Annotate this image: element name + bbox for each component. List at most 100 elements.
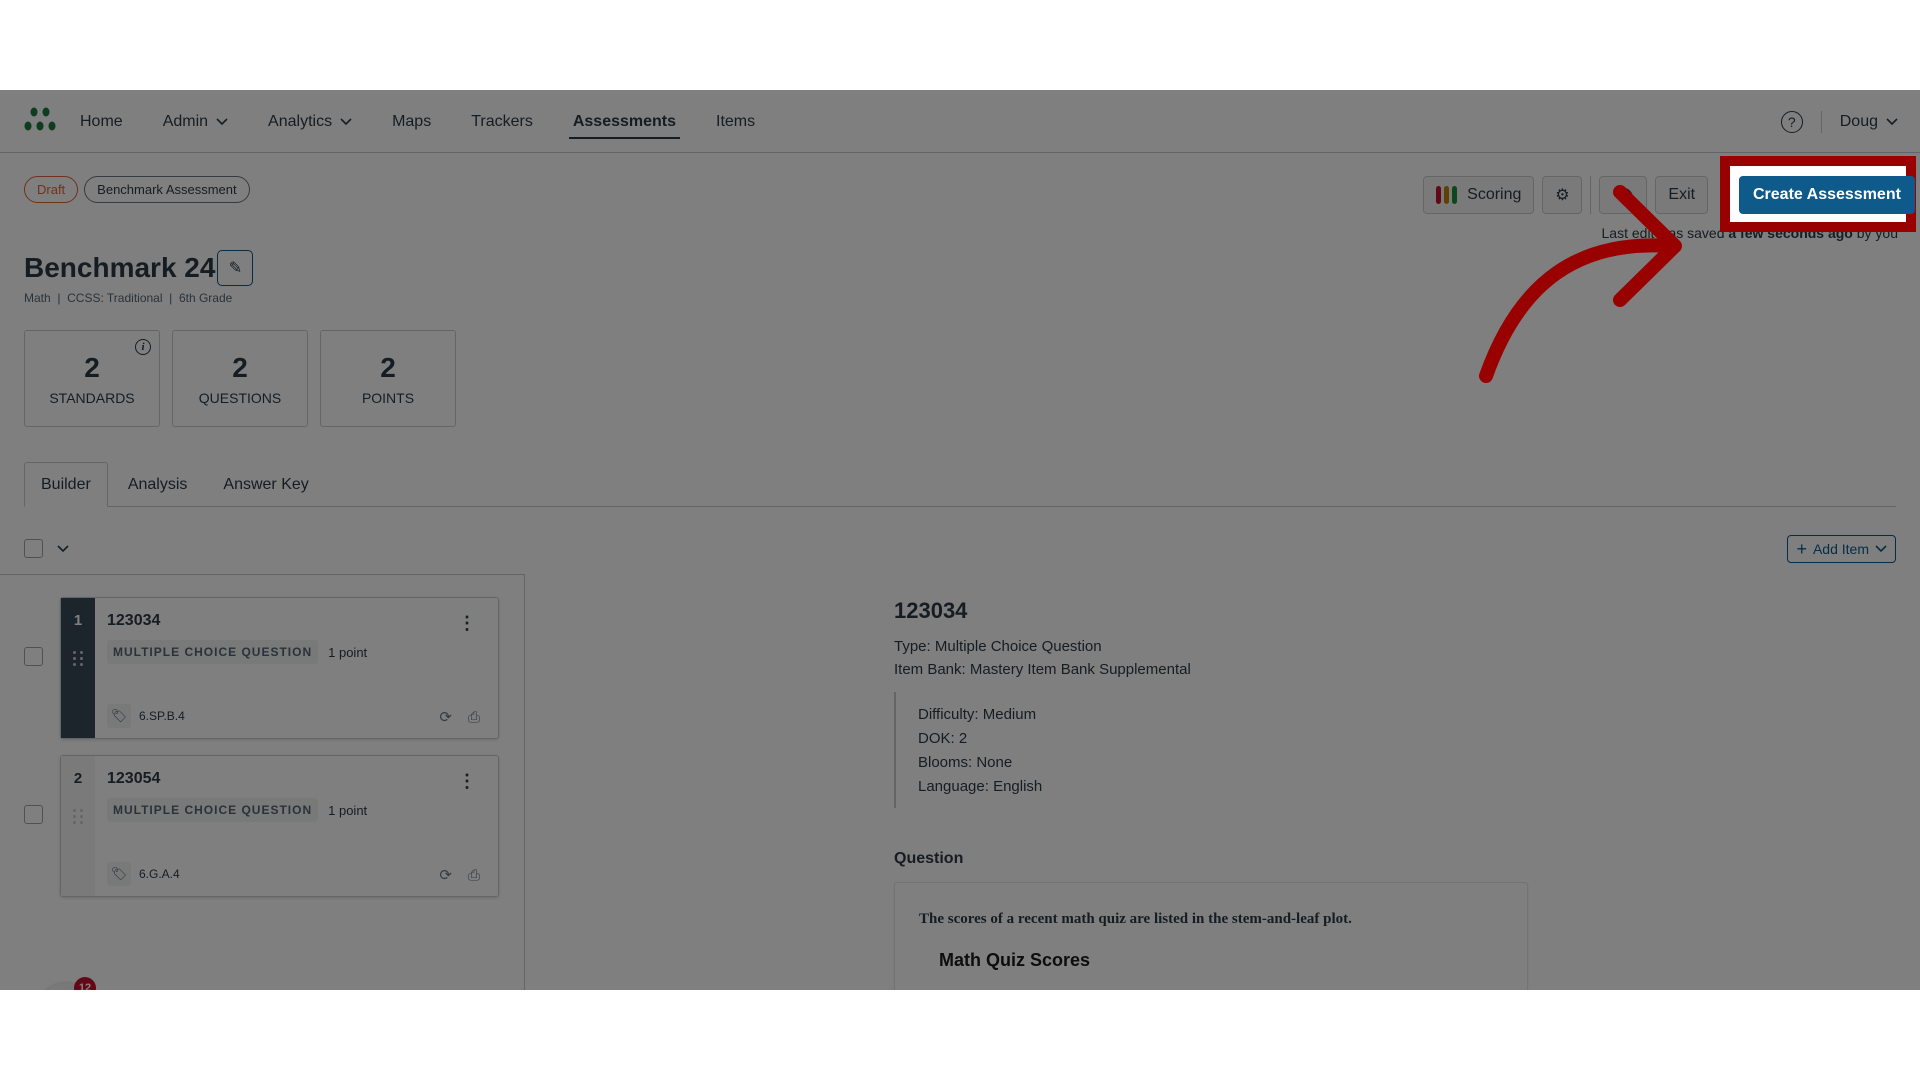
tag-icon: 🏷 bbox=[107, 704, 131, 728]
plus-icon: + bbox=[1796, 538, 1807, 559]
meta-blooms: Blooms: None bbox=[918, 754, 1013, 771]
more-options-icon[interactable]: ⋮ bbox=[458, 772, 476, 790]
stat-standards: i 2 STANDARDS bbox=[24, 330, 160, 427]
nav-item-label: Home bbox=[80, 112, 123, 130]
standard-row: 🏷 6.G.A.4 bbox=[107, 862, 180, 886]
question-preview: The scores of a recent math quiz are lis… bbox=[894, 882, 1528, 990]
item-points: 1 point bbox=[328, 802, 368, 818]
stat-points: 2 POINTS bbox=[320, 330, 456, 427]
detail-metadata: Difficulty: Medium DOK: 2 Blooms: None L… bbox=[894, 692, 1654, 808]
app-logo-icon[interactable] bbox=[22, 106, 58, 134]
stat-value: 2 bbox=[380, 351, 396, 383]
stat-value: 2 bbox=[232, 351, 248, 383]
detail-title: 123034 bbox=[894, 598, 968, 623]
nav-item-label: Analytics bbox=[268, 112, 333, 130]
detail-item-bank: Item Bank: Mastery Item Bank Supplementa… bbox=[894, 661, 1191, 678]
item-id: 123034 bbox=[107, 612, 161, 629]
tab-answer-key[interactable]: Answer Key bbox=[207, 462, 324, 507]
app-window: Home Admin Analytics Maps Trackers Asses… bbox=[0, 90, 1920, 990]
item-checkbox[interactable] bbox=[24, 647, 43, 666]
item-number: 2 bbox=[73, 770, 83, 787]
meta-dok: DOK: 2 bbox=[918, 730, 968, 747]
add-item-button[interactable]: + Add Item bbox=[1787, 535, 1896, 563]
nav-right: ? Doug bbox=[1780, 90, 1898, 153]
top-navigation: Home Admin Analytics Maps Trackers Asses… bbox=[0, 90, 1920, 153]
standard-code: 6.G.A.4 bbox=[139, 867, 180, 881]
print-icon[interactable]: ⎙ bbox=[468, 709, 480, 726]
guide-icon[interactable]: ⟳ bbox=[439, 708, 452, 726]
question-heading: Question bbox=[894, 850, 964, 867]
item-card-body: 123054 ⋮ MULTIPLE CHOICE QUESTION 1 poin… bbox=[95, 756, 498, 896]
tab-analysis[interactable]: Analysis bbox=[112, 462, 204, 507]
assessment-subtitle: Math | CCSS: Traditional | 6th Grade bbox=[24, 291, 233, 305]
standard-code: 6.SP.B.4 bbox=[139, 709, 185, 723]
nav-item-items[interactable]: Items bbox=[716, 90, 755, 153]
item-checkbox[interactable] bbox=[24, 805, 43, 824]
stat-value: 2 bbox=[84, 351, 100, 383]
plot-title: Math Quiz Scores bbox=[939, 950, 1091, 970]
question-text: The scores of a recent math quiz are lis… bbox=[919, 911, 1352, 927]
nav-item-label: Admin bbox=[162, 112, 209, 130]
add-item-label: Add Item bbox=[1812, 541, 1869, 557]
item-actions: ⟳ ⎙ bbox=[439, 866, 480, 885]
scoring-bar bbox=[1452, 186, 1458, 204]
assessment-tabs: Builder Analysis Answer Key bbox=[24, 462, 1896, 507]
item-type-row: MULTIPLE CHOICE QUESTION 1 point bbox=[107, 640, 486, 664]
item-points: 1 point bbox=[328, 644, 368, 660]
create-assessment-button-highlighted[interactable]: Create Assessment bbox=[1739, 176, 1915, 214]
stat-label: STANDARDS bbox=[49, 389, 135, 406]
chevron-down-icon[interactable] bbox=[57, 544, 69, 553]
more-options-icon[interactable]: ⋮ bbox=[458, 614, 476, 632]
drag-handle-icon[interactable] bbox=[72, 809, 84, 824]
item-id: 123054 bbox=[107, 770, 161, 787]
chevron-down-icon bbox=[1886, 117, 1898, 125]
chevron-down-icon bbox=[1875, 545, 1887, 553]
nav-item-label: Maps bbox=[392, 112, 432, 130]
tab-builder[interactable]: Builder bbox=[24, 462, 108, 507]
detail-type: Type: Multiple Choice Question bbox=[894, 638, 1102, 655]
user-name: Doug bbox=[1839, 112, 1878, 130]
nav-item-home[interactable]: Home bbox=[80, 90, 123, 153]
item-number: 1 bbox=[73, 612, 83, 629]
info-icon[interactable]: i bbox=[135, 339, 151, 355]
scoring-icon bbox=[1436, 186, 1458, 204]
nav-item-analytics[interactable]: Analytics bbox=[268, 90, 352, 153]
item-card[interactable]: 2 123054 ⋮ MULTIPLE CHOICE QUESTION 1 po… bbox=[60, 755, 499, 897]
item-card-body: 123034 ⋮ MULTIPLE CHOICE QUESTION 1 poin… bbox=[95, 598, 498, 738]
nav-item-assessments[interactable]: Assessments bbox=[568, 90, 681, 153]
help-icon[interactable]: ? bbox=[1780, 110, 1803, 133]
nav-item-label: Assessments bbox=[572, 112, 677, 130]
stat-label: POINTS bbox=[361, 389, 415, 406]
select-all-checkbox[interactable] bbox=[24, 539, 43, 558]
edit-title-button[interactable]: ✎ bbox=[217, 250, 254, 286]
scoring-bar bbox=[1444, 186, 1450, 204]
nav-item-label: Items bbox=[716, 112, 756, 130]
page-title: Benchmark 24 bbox=[24, 252, 216, 283]
nav-item-label: Trackers bbox=[471, 112, 533, 130]
title-row: Benchmark 24 ✎ bbox=[24, 250, 254, 286]
list-controls bbox=[24, 539, 69, 558]
item-detail-panel: 123034 Type: Multiple Choice Question It… bbox=[894, 598, 1654, 990]
meta-difficulty: Difficulty: Medium bbox=[918, 706, 1037, 723]
item-actions: ⟳ ⎙ bbox=[439, 708, 480, 727]
nav-item-maps[interactable]: Maps bbox=[392, 90, 431, 153]
status-pills: Draft Benchmark Assessment bbox=[24, 176, 250, 203]
print-icon[interactable]: ⎙ bbox=[468, 867, 480, 884]
pencil-icon: ✎ bbox=[228, 260, 243, 277]
notification-badge: 12 bbox=[74, 977, 96, 990]
guide-icon[interactable]: ⟳ bbox=[439, 866, 452, 884]
nav-menu: Home Admin Analytics Maps Trackers Asses… bbox=[80, 90, 795, 153]
item-list-panel: 1 123034 ⋮ MULTIPLE CHOICE QUESTION 1 po… bbox=[0, 574, 525, 990]
item-card[interactable]: 1 123034 ⋮ MULTIPLE CHOICE QUESTION 1 po… bbox=[60, 597, 499, 739]
drag-handle-icon[interactable] bbox=[72, 651, 84, 666]
scoring-bar bbox=[1436, 186, 1442, 204]
nav-item-trackers[interactable]: Trackers bbox=[471, 90, 533, 153]
assessment-type-badge: Benchmark Assessment bbox=[84, 176, 250, 203]
chevron-down-icon bbox=[216, 117, 228, 125]
tutorial-arrow-icon bbox=[1479, 185, 1682, 383]
item-type-badge: MULTIPLE CHOICE QUESTION bbox=[107, 640, 319, 664]
chevron-down-icon bbox=[340, 117, 352, 125]
standard-row: 🏷 6.SP.B.4 bbox=[107, 704, 185, 728]
nav-item-admin[interactable]: Admin bbox=[163, 90, 228, 153]
user-menu[interactable]: Doug bbox=[1840, 113, 1898, 131]
